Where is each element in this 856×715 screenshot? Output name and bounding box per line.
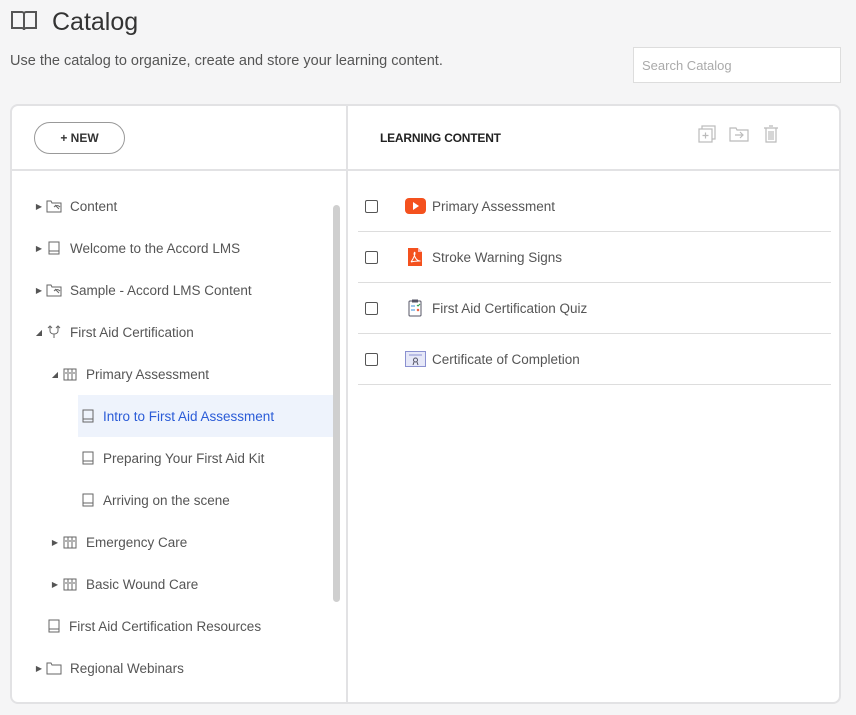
expand-arrow-icon[interactable]: ▶ (34, 202, 44, 211)
tree-item-label: First Aid Certification Resources (69, 619, 261, 634)
expand-arrow-icon[interactable]: ▶ (34, 244, 44, 253)
page-icon (80, 451, 96, 465)
tree-item-label: Primary Assessment (86, 367, 209, 382)
hidden-folder-icon (46, 199, 62, 213)
collapse-arrow-icon[interactable]: ◢ (50, 370, 60, 379)
video-icon (404, 197, 426, 215)
learning-content-list: Primary Assessment Stroke Warning Signs … (358, 181, 831, 385)
tree-item-label: Preparing Your First Aid Kit (103, 451, 264, 466)
learning-content-title: LEARNING CONTENT (380, 131, 501, 145)
quiz-icon (404, 299, 426, 317)
tree-item-resources[interactable]: First Aid Certification Resources (12, 605, 334, 647)
tree-scrollbar[interactable] (333, 205, 340, 602)
module-icon (62, 577, 78, 591)
new-button[interactable]: + NEW (34, 122, 125, 154)
content-item[interactable]: Stroke Warning Signs (358, 232, 831, 283)
page-title: Catalog (52, 8, 138, 37)
expand-arrow-icon[interactable]: ▶ (50, 580, 60, 589)
item-label: Stroke Warning Signs (432, 250, 562, 265)
tree-item-primary-assessment[interactable]: ◢ Primary Assessment (12, 353, 334, 395)
path-icon (46, 325, 62, 339)
tree-item-emergency-care[interactable]: ▶ Emergency Care (12, 521, 334, 563)
tree-item-label: First Aid Certification (70, 325, 194, 340)
item-checkbox[interactable] (365, 200, 378, 213)
module-icon (62, 367, 78, 381)
catalog-panel: + NEW LEARNING CONTENT ▶ Content ▶ Welcome… (10, 104, 841, 704)
tree-item-label: Basic Wound Care (86, 577, 198, 592)
content-item[interactable]: Certificate of Completion (358, 334, 831, 385)
tree-item-sample[interactable]: ▶ Sample - Accord LMS Content (12, 269, 334, 311)
hidden-folder-icon (46, 283, 62, 297)
item-label: First Aid Certification Quiz (432, 301, 587, 316)
tree-item-preparing-kit[interactable]: Preparing Your First Aid Kit (12, 437, 334, 479)
tree-item-basic-wound-care[interactable]: ▶ Basic Wound Care (12, 563, 334, 605)
tree-item-label: Emergency Care (86, 535, 187, 550)
tree-item-label: Welcome to the Accord LMS (70, 241, 240, 256)
content-item[interactable]: Primary Assessment (358, 181, 831, 232)
page-icon (80, 493, 96, 507)
tree-item-intro-first-aid[interactable]: Intro to First Aid Assessment (78, 395, 334, 437)
catalog-tree: ▶ Content ▶ Welcome to the Accord LMS ▶ Sam… (12, 185, 334, 689)
tree-item-label: Sample - Accord LMS Content (70, 283, 252, 298)
page-icon (80, 409, 96, 423)
header-divider (12, 169, 839, 171)
expand-arrow-icon[interactable]: ▶ (50, 538, 60, 547)
tree-item-label: Content (70, 199, 117, 214)
tree-item-label: Arriving on the scene (103, 493, 230, 508)
item-label: Certificate of Completion (432, 352, 580, 367)
page-icon (46, 619, 62, 633)
tree-item-label: Intro to First Aid Assessment (103, 409, 274, 424)
move-to-folder-icon[interactable] (729, 124, 749, 144)
tree-item-arriving-scene[interactable]: Arriving on the scene (12, 479, 334, 521)
pdf-icon (404, 248, 426, 266)
folder-icon (46, 661, 62, 675)
module-icon (62, 535, 78, 549)
item-checkbox[interactable] (365, 302, 378, 315)
tree-item-first-aid[interactable]: ◢ First Aid Certification (12, 311, 334, 353)
expand-arrow-icon[interactable]: ▶ (34, 664, 44, 673)
search-catalog-input[interactable] (633, 47, 841, 83)
page-subtitle: Use the catalog to organize, create and … (10, 53, 443, 69)
page-icon (46, 241, 62, 255)
certificate-icon (404, 350, 426, 368)
panel-divider (346, 106, 348, 702)
tree-item-content[interactable]: ▶ Content (12, 185, 334, 227)
item-label: Primary Assessment (432, 199, 555, 214)
item-checkbox[interactable] (365, 353, 378, 366)
content-item[interactable]: First Aid Certification Quiz (358, 283, 831, 334)
tree-item-welcome[interactable]: ▶ Welcome to the Accord LMS (12, 227, 334, 269)
tree-item-label: Regional Webinars (70, 661, 184, 676)
delete-trash-icon[interactable] (761, 124, 781, 144)
collapse-arrow-icon[interactable]: ◢ (34, 328, 44, 337)
catalog-book-icon (10, 9, 38, 33)
item-checkbox[interactable] (365, 251, 378, 264)
tree-item-regional-webinars[interactable]: ▶ Regional Webinars (12, 647, 334, 689)
add-copy-icon[interactable] (697, 124, 717, 144)
expand-arrow-icon[interactable]: ▶ (34, 286, 44, 295)
